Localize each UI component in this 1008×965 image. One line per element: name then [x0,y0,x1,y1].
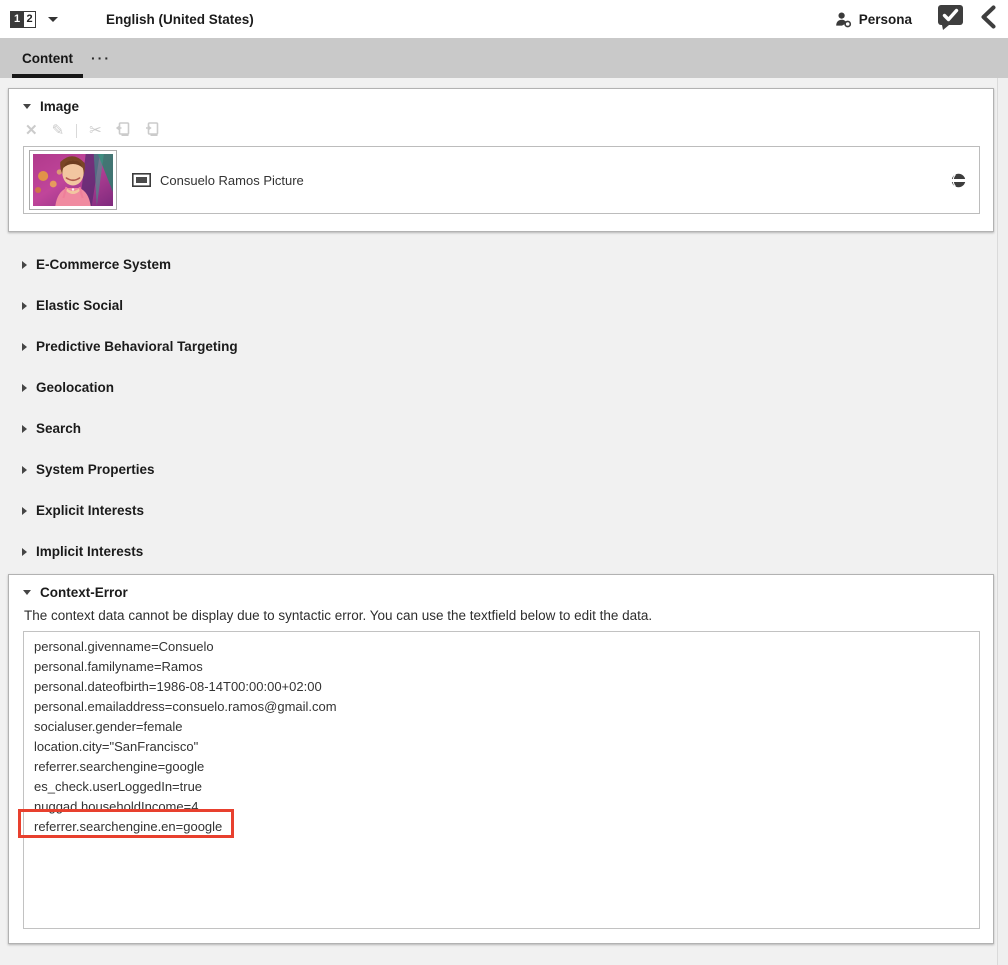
chevron-collapsed-icon [22,302,27,310]
chevron-collapsed-icon [22,343,27,351]
collapse-panel-chevron-left-icon[interactable] [980,5,996,34]
cut-icon[interactable]: ✂ [89,124,102,138]
picture-type-icon [132,173,151,187]
chevron-collapsed-icon [22,548,27,556]
copy-icon[interactable] [116,122,131,140]
image-link-item-row[interactable]: Consuelo Ramos Picture [23,146,980,214]
section-title: Explicit Interests [36,503,144,518]
section-title: Implicit Interests [36,544,143,559]
collapsible-section-header[interactable]: Elastic Social [0,285,997,326]
section-title: Predictive Behavioral Targeting [36,339,238,354]
remove-icon[interactable]: ✕ [25,124,38,138]
image-link-toolbar: ✕ ✎ ✂ [9,120,993,146]
context-data-line: personal.dateofbirth=1986-08-14T00:00:00… [34,677,969,697]
toolbar-divider [76,124,77,138]
section-context-error: Context-Error The context data cannot be… [8,574,994,944]
chevron-expanded-icon [23,104,31,109]
context-data-line: socialuser.gender=female [34,717,969,737]
tab-bar: Content ··· [0,38,1008,78]
collapsible-section-header[interactable]: Implicit Interests [0,531,997,572]
context-data-textfield[interactable]: personal.givenname=Consuelo personal.fam… [23,631,980,929]
context-data-editor-wrap: personal.givenname=Consuelo personal.fam… [23,631,980,929]
tab-content[interactable]: Content [12,38,83,78]
chevron-collapsed-icon [22,507,27,515]
section-context-error-header[interactable]: Context-Error [9,575,993,606]
section-title: Geolocation [36,380,114,395]
collapsible-section-header[interactable]: Explicit Interests [0,490,997,531]
document-form-area: Image ✕ ✎ ✂ [0,78,997,965]
chevron-collapsed-icon [22,261,27,269]
context-data-line: es_check.userLoggedIn=true [34,777,969,797]
context-data-line: location.city="SanFrancisco" [34,737,969,757]
context-data-line: referrer.searchengine.en=google [34,817,969,837]
context-error-description: The context data cannot be display due t… [9,606,993,631]
context-data-line: personal.givenname=Consuelo [34,637,969,657]
collapsible-section-header[interactable]: Predictive Behavioral Targeting [0,326,997,367]
chevron-collapsed-icon [22,425,27,433]
approval-status-badge-icon[interactable] [936,4,964,35]
top-header-bar: 1 2 English (United States) Persona [0,0,1008,38]
collapsible-section-header[interactable]: Search [0,408,997,449]
context-data-line: nuggad.householdIncome=4 [34,797,969,817]
context-data-line: personal.emailaddress=consuelo.ramos@gma… [34,697,969,717]
section-title: System Properties [36,462,155,477]
tab-more-menu[interactable]: ··· [83,38,119,78]
context-data-line: personal.familyname=Ramos [34,657,969,677]
section-title: Elastic Social [36,298,123,313]
section-image-header[interactable]: Image [9,89,993,120]
collapsible-section-header[interactable]: E-Commerce System [0,244,997,285]
section-image: Image ✕ ✎ ✂ [8,88,994,232]
chevron-collapsed-icon [22,466,27,474]
chevron-down-icon [48,17,58,22]
locale-variant-switcher[interactable]: 1 2 [10,11,58,28]
variant-left-digit: 1 [11,12,23,27]
collapsed-section-list: E-Commerce System Elastic Social Predict… [0,244,997,572]
chevron-expanded-icon [23,590,31,595]
section-title: E-Commerce System [36,257,171,272]
document-type-indicator: Persona [835,11,912,28]
chevron-collapsed-icon [22,384,27,392]
vertical-scrollbar[interactable] [997,78,1008,965]
image-link-label: Consuelo Ramos Picture [160,173,304,188]
edit-icon[interactable]: ✎ [52,124,65,138]
section-title: Search [36,421,81,436]
locale-label: English (United States) [106,12,254,27]
document-type-label: Persona [859,12,912,27]
persona-icon [835,11,852,28]
variant-right-digit: 2 [23,12,35,27]
collapsible-section-header[interactable]: Geolocation [0,367,997,408]
image-thumbnail [29,150,117,210]
variant-split-icon: 1 2 [10,11,36,28]
collapsible-section-header[interactable]: System Properties [0,449,997,490]
context-data-line: referrer.searchengine=google [34,757,969,777]
paste-icon[interactable] [145,122,160,140]
globe-site-icon [951,173,966,188]
